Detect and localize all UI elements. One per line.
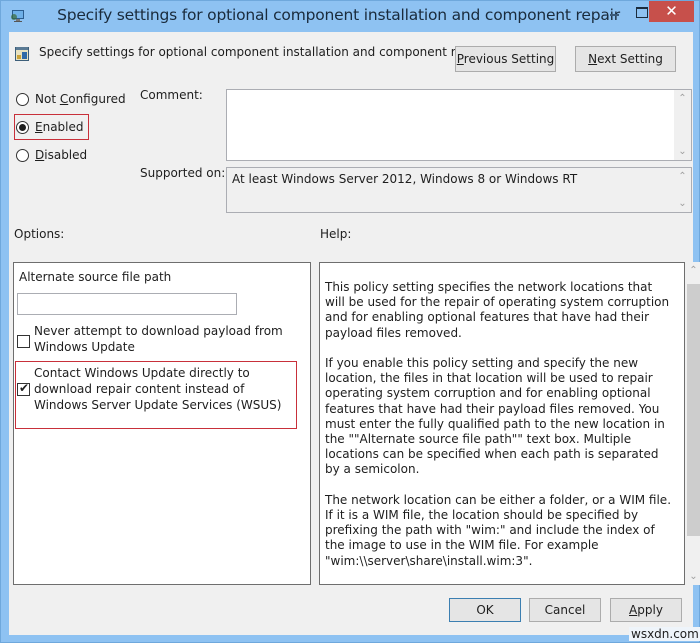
minimize-button[interactable]: [602, 1, 629, 22]
scroll-down-arrow-icon[interactable]: ⌄: [674, 143, 691, 160]
next-setting-label: ext Setting: [597, 52, 663, 66]
help-scrollbar[interactable]: ⌃ ⌄: [685, 262, 700, 585]
radio-disabled-label: Disabled: [35, 148, 88, 162]
radio-not-configured-circle[interactable]: [16, 92, 29, 106]
contact-wu-checkbox[interactable]: [17, 381, 30, 396]
scroll-up-arrow-icon[interactable]: ⌃: [674, 168, 691, 185]
alternate-path-label: Alternate source file path: [19, 270, 172, 284]
comment-scrollbar[interactable]: ⌃ ⌄: [674, 90, 691, 160]
options-panel: Alternate source file path Never attempt…: [13, 262, 311, 585]
help-paragraph: If you enable this policy setting and sp…: [325, 356, 665, 477]
help-text-panel: This policy setting specifies the networ…: [319, 262, 685, 585]
policy-name-heading: Specify settings for optional component …: [39, 45, 487, 59]
radio-enabled-circle[interactable]: [16, 120, 29, 134]
watermark: wsxdn.com: [629, 627, 700, 641]
radio-not-configured-label: Not Configured: [35, 92, 126, 106]
supported-on-value: At least Windows Server 2012, Windows 8 …: [232, 172, 578, 186]
help-text: This policy setting specifies the networ…: [325, 280, 675, 585]
options-label: Options:: [14, 227, 65, 241]
scroll-up-arrow-icon[interactable]: ⌃: [685, 262, 700, 279]
help-label: Help:: [320, 227, 352, 241]
window-title: Specify settings for optional component …: [57, 6, 620, 24]
help-paragraph: The network location can be either a fol…: [325, 492, 672, 568]
scroll-down-arrow-icon[interactable]: ⌄: [674, 195, 691, 212]
scroll-down-arrow-icon[interactable]: ⌄: [685, 568, 700, 585]
help-paragraph: This policy setting specifies the networ…: [325, 280, 670, 340]
next-setting-button[interactable]: Next Setting: [575, 46, 676, 72]
close-button[interactable]: ✕: [649, 1, 694, 22]
title-bar[interactable]: Specify settings for optional component …: [1, 1, 700, 32]
never-download-checkbox[interactable]: [17, 335, 30, 348]
ok-button[interactable]: OK: [449, 598, 521, 622]
radio-disabled-circle[interactable]: [16, 148, 29, 162]
previous-setting-button[interactable]: Previous Setting: [455, 46, 556, 72]
policy-setting-icon: [15, 47, 29, 61]
contact-wu-label[interactable]: Contact Windows Update directly to downl…: [34, 365, 294, 413]
supported-scrollbar[interactable]: ⌃ ⌄: [674, 168, 691, 212]
previous-setting-label: revious Setting: [463, 52, 555, 66]
radio-not-configured[interactable]: Not Configured: [16, 92, 126, 106]
comment-label: Comment:: [140, 88, 203, 102]
dialog-client-area: Specify settings for optional component …: [9, 32, 700, 635]
cancel-button[interactable]: Cancel: [529, 598, 601, 622]
never-download-label[interactable]: Never attempt to download payload from W…: [34, 323, 294, 355]
close-icon: ✕: [665, 2, 678, 20]
scroll-up-arrow-icon[interactable]: ⌃: [674, 90, 691, 107]
radio-enabled[interactable]: Enabled: [16, 120, 84, 134]
previous-setting-accel: P: [456, 52, 464, 66]
supported-on-label: Supported on:: [140, 166, 226, 180]
radio-disabled[interactable]: Disabled: [16, 148, 87, 162]
supported-on-field: At least Windows Server 2012, Windows 8 …: [226, 167, 692, 213]
apply-label: pply: [637, 603, 663, 617]
radio-enabled-label: Enabled: [35, 120, 84, 134]
next-setting-accel: N: [588, 52, 598, 66]
comment-textarea[interactable]: ⌃ ⌄: [226, 89, 692, 161]
policy-dialog-window: Specify settings for optional component …: [0, 0, 700, 643]
help-scroll-thumb[interactable]: [687, 284, 700, 536]
help-paragraph: If you disable or do not configure this …: [325, 584, 675, 585]
apply-button[interactable]: Apply: [610, 598, 682, 622]
alternate-path-input[interactable]: [17, 293, 237, 315]
